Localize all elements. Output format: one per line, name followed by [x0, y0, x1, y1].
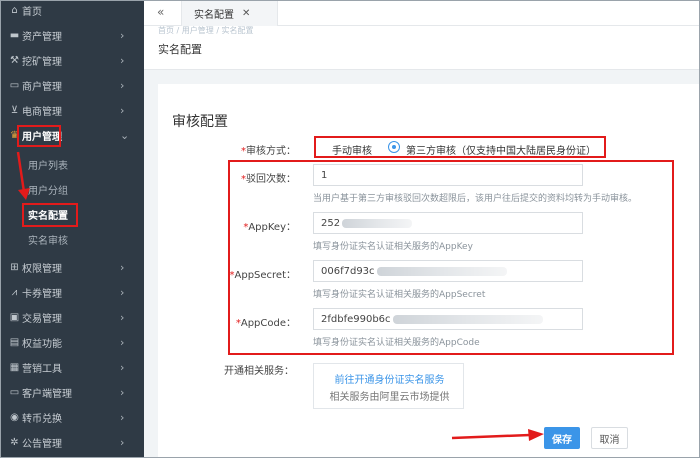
reject-count-input[interactable]: 1	[313, 164, 583, 186]
chevron-right-icon: ›	[120, 436, 125, 449]
cart-icon: ⊻	[10, 105, 19, 116]
chevron-right-icon: ›	[120, 386, 125, 399]
annotation-arrow-icon	[451, 429, 544, 441]
sidebar-item-label: 权限管理	[22, 264, 62, 275]
reject-count-label: *驳回次数：	[241, 174, 296, 185]
chevron-right-icon: ›	[120, 104, 125, 117]
sidebar-subitem-realname-review[interactable]: 实名审核	[0, 227, 144, 251]
tab-label: 实名配置	[194, 9, 234, 21]
appkey-hint: 填写身份证实名认证相关服务的AppKey	[313, 242, 473, 252]
redacted-mask	[376, 266, 507, 276]
radio-third-party[interactable]	[388, 141, 400, 153]
breadcrumb: 首页 / 用户管理 / 实名配置	[158, 26, 254, 35]
chevron-right-icon: ›	[120, 29, 125, 42]
save-button[interactable]: 保存	[544, 427, 580, 449]
tab-bar: « 实名配置 ✕	[144, 0, 700, 26]
sidebar-item-label: 卡券管理	[22, 289, 62, 300]
scroll-tabs-left-icon[interactable]: «	[157, 5, 164, 19]
sidebar-item-label: 商户管理	[22, 82, 62, 93]
chevron-right-icon: ›	[120, 261, 125, 274]
sidebar-item-trading[interactable]: ▣ 交易管理 ›	[0, 305, 144, 330]
calendar-icon: ▦	[9, 362, 20, 373]
credit-card-icon: ▭	[9, 80, 20, 91]
sidebar-item-merchants[interactable]: ▭ 商户管理 ›	[0, 73, 144, 98]
redacted-mask	[342, 218, 413, 228]
sidebar-item-marketing[interactable]: ▦ 营销工具 ›	[0, 355, 144, 380]
sidebar-item-coupons[interactable]: ⩘ 卡券管理 ›	[0, 280, 144, 305]
reject-count-hint: 当用户基于第三方审核驳回次数超限后，该用户往后提交的资料均转为手动审核。	[313, 194, 638, 204]
home-icon: ⌂	[11, 5, 18, 16]
sidebar-item-users[interactable]: ♛ 用户管理 ⌄	[0, 123, 144, 148]
cancel-button[interactable]: 取消	[591, 427, 628, 449]
gear-icon: ✲	[10, 437, 19, 448]
sidebar-item-label: 营销工具	[22, 364, 62, 375]
chevron-right-icon: ›	[120, 54, 125, 67]
sidebar-item-label: 权益功能	[22, 339, 62, 350]
open-service-link[interactable]: 前往开通身份证实名服务	[314, 371, 465, 386]
wallet-icon: ▤	[9, 337, 20, 348]
sidebar-item-label: 首页	[22, 7, 42, 18]
chevron-right-icon: ›	[120, 79, 125, 92]
chevron-right-icon: ›	[120, 336, 125, 349]
sidebar-item-clients[interactable]: ▭ 客户端管理 ›	[0, 380, 144, 405]
sidebar-item-label: 交易管理	[22, 314, 62, 325]
chevron-down-icon: ⌄	[120, 129, 130, 142]
chevron-right-icon: ›	[120, 311, 125, 324]
review-mode-radio-group: 手动审核 第三方审核（仅支持中国大陆居民身份证）	[316, 138, 606, 158]
review-mode-label: *审核方式：	[241, 146, 296, 157]
sidebar-item-ecommerce[interactable]: ⊻ 电商管理 ›	[0, 98, 144, 123]
sidebar-item-label: 用户管理	[22, 132, 62, 143]
appcode-input[interactable]: 2fdbfe990b6c	[313, 308, 583, 330]
monitor-icon: ▭	[9, 387, 20, 398]
sidebar-item-exchange[interactable]: ◉ 转币兑换 ›	[0, 405, 144, 430]
sidebar-item-home[interactable]: ⌂ 首页	[0, 0, 144, 23]
service-label: 开通相关服务：	[224, 366, 294, 377]
crown-icon: ♛	[10, 130, 19, 141]
chevron-right-icon: ›	[120, 411, 125, 424]
sidebar-item-label: 公告管理	[22, 439, 62, 450]
chevron-right-icon: ›	[120, 286, 125, 299]
appkey-input[interactable]: 252	[313, 212, 583, 234]
appcode-label: *AppCode：	[235, 318, 296, 329]
sidebar-item-label: 转币兑换	[22, 414, 62, 425]
radio-third-party-label[interactable]: 第三方审核（仅支持中国大陆居民身份证）	[406, 142, 596, 157]
sidebar-item-mining[interactable]: ⚒ 挖矿管理 ›	[0, 48, 144, 73]
sidebar: ⌂ 首页 ▬ 资产管理 › ⚒ 挖矿管理 › ▭ 商户管理 › ⊻ 电商管理 ›…	[0, 0, 144, 458]
redacted-mask	[392, 314, 543, 324]
sidebar-item-permissions[interactable]: ⊞ 权限管理 ›	[0, 255, 144, 280]
sidebar-subitem-realname-config[interactable]: 实名配置	[0, 202, 144, 226]
appkey-label: *AppKey：	[243, 222, 296, 233]
close-icon[interactable]: ✕	[242, 8, 250, 19]
ticket-icon: ▣	[9, 312, 20, 323]
sidebar-item-announcements[interactable]: ✲ 公告管理 ›	[0, 430, 144, 455]
pickaxe-icon: ⚒	[10, 55, 19, 66]
sidebar-subitem-label: 用户分组	[28, 185, 68, 197]
sidebar-item-benefits[interactable]: ▤ 权益功能 ›	[0, 330, 144, 355]
appsecret-input[interactable]: 006f7d93c	[313, 260, 583, 282]
annotation-arrow-icon	[16, 151, 30, 200]
appcode-hint: 填写身份证实名认证相关服务的AppCode	[313, 338, 480, 348]
chart-icon: ⩘	[11, 287, 18, 298]
network-icon: ⊞	[10, 262, 19, 273]
sidebar-item-label: 资产管理	[22, 32, 62, 43]
sidebar-item-label: 挖矿管理	[22, 57, 62, 68]
briefcase-icon: ▬	[9, 30, 20, 41]
appsecret-label: *AppSecret：	[229, 270, 297, 281]
tab-realname-config[interactable]: 实名配置 ✕	[181, 0, 278, 26]
page-title: 实名配置	[158, 43, 202, 56]
sidebar-subitem-label: 实名审核	[28, 235, 68, 247]
service-provider-note: 相关服务由阿里云市场提供	[329, 392, 450, 403]
chevron-right-icon: ›	[120, 361, 125, 374]
sidebar-item-assets[interactable]: ▬ 资产管理 ›	[0, 23, 144, 48]
appsecret-hint: 填写身份证实名认证相关服务的AppSecret	[313, 290, 486, 300]
sidebar-item-label: 客户端管理	[22, 389, 72, 400]
page-header: 首页 / 用户管理 / 实名配置 实名配置	[144, 26, 700, 70]
radio-manual-label[interactable]: 手动审核	[332, 142, 372, 157]
exchange-icon: ◉	[10, 412, 19, 423]
sidebar-subitem-label: 实名配置	[28, 210, 68, 222]
section-title: 审核配置	[172, 114, 228, 130]
sidebar-item-label: 电商管理	[22, 107, 62, 118]
service-box: 前往开通身份证实名服务 相关服务由阿里云市场提供	[313, 363, 464, 409]
sidebar-subitem-label: 用户列表	[28, 160, 68, 172]
